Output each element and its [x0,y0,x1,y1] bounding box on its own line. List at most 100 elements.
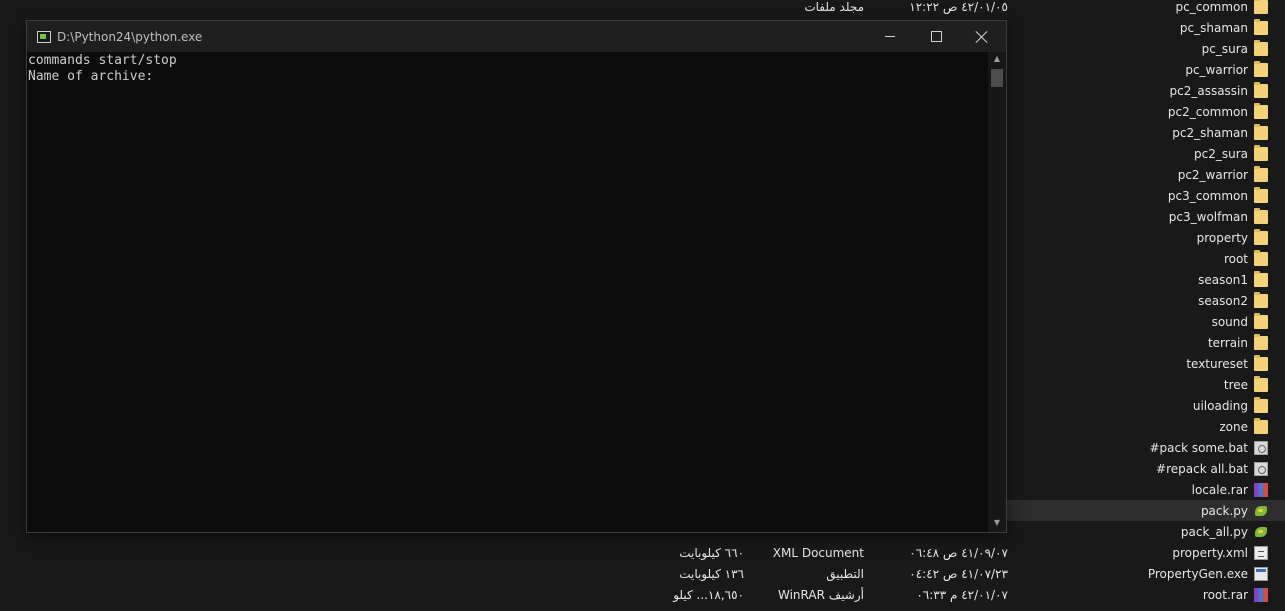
file-list-item[interactable]: pc2_sura [1007,143,1285,164]
file-name-label: sound [1211,314,1248,329]
rar-icon [1254,587,1268,602]
folder-icon [1254,270,1268,287]
file-list-item[interactable]: locale.rar [1007,479,1285,500]
console-output[interactable]: commands start/stop Name of archive: [27,52,988,532]
file-name-label: pc2_warrior [1177,167,1248,182]
file-name-label: pc2_sura [1194,146,1248,161]
bat-icon [1254,440,1268,455]
folder-icon [1254,312,1268,329]
file-list-item[interactable]: season2 [1007,290,1285,311]
file-list-item[interactable]: property.xml [1007,542,1285,563]
bat-icon [1254,461,1268,476]
file-type: أرشيف WinRAR [778,587,864,602]
file-list-item[interactable]: PropertyGen.exe [1007,563,1285,584]
folder-icon [1254,375,1268,392]
python-console-window[interactable]: D:\Python24\python.exe commands start/st… [27,21,1006,532]
file-list-item[interactable]: pc_shaman [1007,17,1285,38]
file-name-label: locale.rar [1191,482,1248,497]
file-list-item[interactable]: pc2_common [1007,101,1285,122]
file-name-label: zone [1219,419,1248,434]
file-list-item[interactable]: sound [1007,311,1285,332]
maximize-icon [930,31,942,42]
folder-icon [1254,291,1268,308]
file-list-item[interactable]: pc2_shaman [1007,122,1285,143]
file-name-label: PropertyGen.exe [1147,566,1248,581]
file-list-item[interactable]: pc3_wolfman [1007,206,1285,227]
folder-icon [1254,354,1268,371]
file-name-label: #repack all.bat [1156,461,1248,476]
file-name-label: pc2_assassin [1169,83,1248,98]
file-list-item[interactable]: pc2_assassin [1007,80,1285,101]
close-button[interactable] [959,21,1005,52]
file-list-item[interactable]: pc_common [1007,0,1285,17]
file-name-label: pc_sura [1201,41,1248,56]
file-list-item[interactable]: tree [1007,374,1285,395]
file-list-item[interactable]: pc3_common [1007,185,1285,206]
file-name-label: tree [1223,377,1248,392]
minimize-button[interactable] [867,21,913,52]
folder-icon [1254,396,1268,413]
file-name-label: root.rar [1202,587,1248,602]
file-name-column: pc_common pc_shaman pc_sura pc_warrior pc2_a… [1007,0,1285,611]
file-size: ٦٦٠ كيلوبايت [679,545,744,560]
file-list-item[interactable]: terrain [1007,332,1285,353]
python-icon [1254,504,1268,518]
file-list-item[interactable]: #repack all.bat [1007,458,1285,479]
folder-icon [1254,228,1268,245]
console-title-bar[interactable]: D:\Python24\python.exe [27,21,1006,52]
file-list-item[interactable]: pc_sura [1007,38,1285,59]
close-icon [976,31,988,43]
folder-icon [1254,333,1268,350]
file-name-label: textureset [1186,356,1248,371]
file-type: مجلد ملفات [804,0,864,14]
file-name-label: pc2_shaman [1172,125,1248,140]
file-list-item[interactable]: property [1007,227,1285,248]
file-name-label: pc_shaman [1179,20,1248,35]
console-app-icon [37,30,51,43]
xml-icon [1254,545,1268,560]
file-list-item[interactable]: #pack some.bat [1007,437,1285,458]
folder-icon [1254,123,1268,140]
folder-icon [1254,417,1268,434]
folder-icon [1254,81,1268,98]
file-name-label: pc3_wolfman [1168,209,1248,224]
date-modified: ٤٢/٠١/٠٥ ص ١٢:٢٢ [909,0,1008,14]
folder-icon [1254,144,1268,161]
file-name-label: terrain [1207,335,1248,350]
scroll-down-arrow-icon[interactable]: ▼ [991,518,1003,528]
folder-icon [1254,165,1268,182]
folder-icon [1254,186,1268,203]
folder-icon [1254,39,1268,56]
file-list-item[interactable]: pack_all.py [1007,521,1285,542]
file-name-label: pc3_common [1167,188,1248,203]
folder-icon [1254,18,1268,35]
file-list-item[interactable]: season1 [1007,269,1285,290]
file-name-label: pc2_common [1167,104,1248,119]
file-list-item[interactable]: textureset [1007,353,1285,374]
file-name-label: #pack some.bat [1149,440,1248,455]
scrollbar-thumb[interactable] [991,69,1003,87]
file-size: ١٣٦ كيلوبايت [679,566,744,581]
file-list-item[interactable]: root [1007,248,1285,269]
file-name-label: pc_warrior [1185,62,1248,77]
file-name-label: pack_all.py [1180,524,1248,539]
minimize-icon [885,36,895,37]
file-list-item[interactable]: uiloading [1007,395,1285,416]
folder-icon [1254,249,1268,266]
file-size: ١٨,٦٥٠... كيلو [673,587,744,602]
exe-icon [1254,566,1268,581]
file-name-label: property.xml [1172,545,1248,560]
file-list-item[interactable]: pc2_warrior [1007,164,1285,185]
date-modified: ٤١/٠٩/٠٧ ص ٠٦:٤٨ [909,545,1008,560]
file-name-label: season1 [1198,272,1248,287]
file-list-item[interactable]: zone [1007,416,1285,437]
file-list-item[interactable]: root.rar [1007,584,1285,605]
console-input-prompt[interactable]: Name of archive: [28,69,988,85]
file-name-label: pack.py [1200,503,1248,518]
file-list-item[interactable]: pc_warrior [1007,59,1285,80]
folder-icon [1254,0,1268,14]
maximize-button[interactable] [913,21,959,52]
scroll-up-arrow-icon[interactable]: ▲ [991,54,1003,64]
vertical-scrollbar[interactable]: ▲ ▼ [988,52,1006,532]
file-list-item[interactable]: pack.py [1007,500,1285,521]
